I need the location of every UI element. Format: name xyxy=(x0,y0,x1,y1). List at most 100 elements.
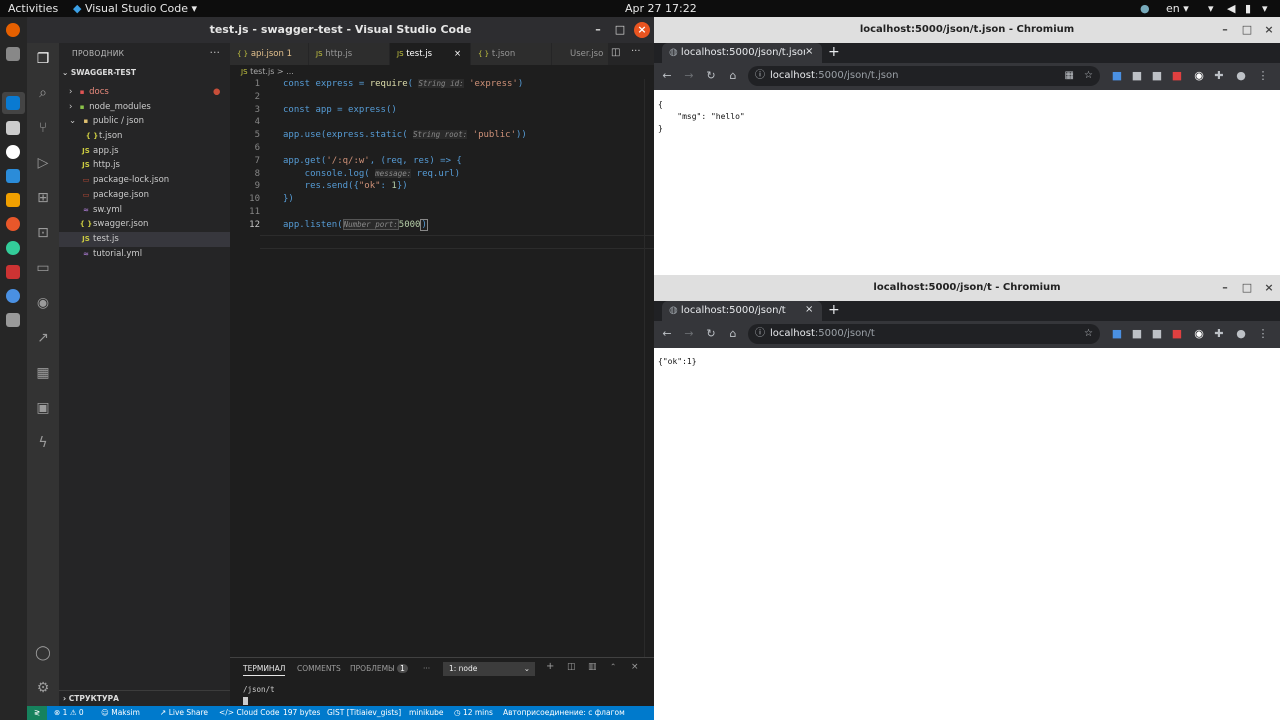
qr-code-icon[interactable]: ▦ xyxy=(1065,66,1074,86)
forward-icon[interactable]: → xyxy=(682,327,696,341)
maximize-icon[interactable]: □ xyxy=(612,22,628,38)
maximize-icon[interactable]: □ xyxy=(1239,22,1255,38)
minikube-status[interactable]: minikube xyxy=(409,706,443,720)
language-indicator[interactable]: en ▾ xyxy=(1166,2,1189,15)
chromium-icon[interactable] xyxy=(6,289,20,303)
back-icon[interactable]: ← xyxy=(660,69,674,83)
tree-item-app-js[interactable]: JS app.js xyxy=(59,144,230,159)
tab-user-json[interactable]: User.jso xyxy=(552,43,608,65)
tree-item-swagger-json[interactable]: { }swagger.json xyxy=(59,217,230,232)
profile-avatar-icon[interactable]: ● xyxy=(1234,69,1248,83)
live-share-icon[interactable]: ↗ xyxy=(33,328,53,348)
tree-item-docs[interactable]: › ▪ docs ● xyxy=(59,85,230,100)
github-icon[interactable]: ◉ xyxy=(33,293,53,313)
settings-gear-icon[interactable]: ⚙ xyxy=(33,678,53,698)
timer-status[interactable]: ◷ 12 mins xyxy=(454,706,493,720)
tab-close-icon[interactable]: × xyxy=(805,46,817,57)
telegram-icon[interactable] xyxy=(6,169,20,183)
tree-item-public-json[interactable]: ⌄ ▪ public / json xyxy=(59,114,230,129)
tab-close-icon[interactable]: × xyxy=(805,304,817,315)
source-control-icon[interactable]: ⑂ xyxy=(33,118,53,138)
tree-item-sw-yml[interactable]: ≈ sw.yml xyxy=(59,203,230,218)
editor-scrollbar[interactable] xyxy=(644,79,654,679)
home-icon[interactable]: ⌂ xyxy=(726,327,740,341)
profile-avatar-icon[interactable]: ● xyxy=(1234,327,1248,341)
docker-icon[interactable]: ▦ xyxy=(33,363,53,383)
extensions-icon[interactable]: ⊞ xyxy=(33,188,53,208)
firefox-icon[interactable] xyxy=(6,23,20,37)
account-icon[interactable]: ◯ xyxy=(33,643,53,663)
tree-item-package-json[interactable]: ▭ package.json xyxy=(59,188,230,203)
more-actions-icon[interactable]: ··· xyxy=(423,664,430,673)
problems-status[interactable]: ⊗ 1 ⚠ 0 xyxy=(54,706,84,720)
split-editor-icon[interactable]: ◫ xyxy=(611,47,620,58)
extension-icon[interactable]: ◉ xyxy=(1192,327,1206,341)
browser-tab[interactable]: ◍ localhost:5000/json/t xyxy=(662,301,822,321)
gist-status[interactable]: GIST [Titiaiev_gists] xyxy=(327,706,401,720)
breadcrumb-separator[interactable]: > ... xyxy=(277,67,294,76)
app-icon[interactable] xyxy=(6,313,20,327)
maximize-panel-icon[interactable]: ⌃ xyxy=(610,662,616,671)
back-icon[interactable]: ← xyxy=(660,327,674,341)
lightning-icon[interactable]: ϟ xyxy=(33,433,53,453)
app-icon[interactable] xyxy=(6,265,20,279)
app-icon[interactable] xyxy=(6,145,20,159)
more-actions-icon[interactable]: ··· xyxy=(631,46,641,57)
new-tab-icon[interactable]: + xyxy=(828,302,840,318)
tab-terminal[interactable]: ТЕРМИНАЛ xyxy=(243,664,286,676)
address-bar[interactable]: ⓘ localhost:5000/json/t ☆ xyxy=(748,324,1100,344)
split-terminal-icon[interactable]: ◫ xyxy=(567,662,576,672)
search-icon[interactable]: ⌕ xyxy=(33,83,53,103)
close-icon[interactable]: × xyxy=(1261,22,1277,38)
tab-api-json[interactable]: { } api.json 1 xyxy=(230,43,308,65)
maximize-icon[interactable]: □ xyxy=(1239,280,1255,296)
tree-item-http-js[interactable]: JS http.js xyxy=(59,158,230,173)
tab-problems[interactable]: ПРОБЛЕМЫ 1 xyxy=(350,664,408,673)
bookmark-star-icon[interactable]: ☆ xyxy=(1084,324,1093,344)
bookmark-star-icon[interactable]: ☆ xyxy=(1084,66,1093,86)
tree-item-tutorial-yml[interactable]: ≈ tutorial.yml xyxy=(59,247,230,262)
folder-icon[interactable]: ▭ xyxy=(33,258,53,278)
minimize-icon[interactable]: – xyxy=(1217,22,1233,38)
cloud-code-status[interactable]: </> Cloud Code xyxy=(219,706,280,720)
app-menu[interactable]: ◆ Visual Studio Code ▾ xyxy=(73,2,197,15)
reload-icon[interactable]: ↻ xyxy=(704,327,718,341)
browser-tab[interactable]: ◍ localhost:5000/json/t.json xyxy=(662,43,822,63)
chromium-icon[interactable] xyxy=(6,241,20,255)
battery-icon[interactable]: ▮ xyxy=(1245,2,1251,15)
app-icon[interactable] xyxy=(6,193,20,207)
system-menu-icon[interactable]: ▾ xyxy=(1262,2,1268,15)
minimize-icon[interactable]: – xyxy=(590,22,606,38)
extension-icon[interactable]: ■ xyxy=(1170,327,1184,341)
address-bar[interactable]: ⓘ localhost:5000/json/t.json ▦ ☆ xyxy=(748,66,1100,86)
tab-t-json[interactable]: { } t.json xyxy=(471,43,551,65)
extension-icon[interactable]: ■ xyxy=(1130,69,1144,83)
files-icon[interactable] xyxy=(6,47,20,61)
tab-comments[interactable]: COMMENTS xyxy=(297,664,341,673)
outline-section[interactable]: › СТРУКТУРА xyxy=(59,690,230,706)
kebab-menu-icon[interactable]: ⋮ xyxy=(1256,69,1270,83)
run-debug-icon[interactable]: ▷ xyxy=(33,153,53,173)
new-tab-icon[interactable]: + xyxy=(828,44,840,60)
volume-icon[interactable]: ◀ xyxy=(1227,2,1235,15)
terminal-output[interactable]: /json/t xyxy=(243,685,275,694)
puzzle-extensions-icon[interactable]: ✚ xyxy=(1212,69,1226,83)
extension-icon[interactable]: ■ xyxy=(1130,327,1144,341)
tree-item-test-js[interactable]: JS test.js xyxy=(59,231,230,247)
file-size-status[interactable]: 197 bytes xyxy=(283,706,320,720)
home-icon[interactable]: ⌂ xyxy=(726,69,740,83)
tree-item-node-modules[interactable]: › ▪ node_modules xyxy=(59,100,230,115)
app-icon[interactable] xyxy=(6,217,20,231)
terminal-select[interactable]: 1: node ⌄ xyxy=(443,662,535,676)
extension-icon[interactable]: ◉ xyxy=(1192,69,1206,83)
remote-explorer-icon[interactable]: ⊡ xyxy=(33,223,53,243)
workspace-root[interactable]: ⌄ SWAGGER-TEST xyxy=(62,68,136,77)
network-icon[interactable]: ▾ xyxy=(1208,2,1214,15)
vscode-dock-icon[interactable] xyxy=(6,96,20,110)
tab-http-js[interactable]: JS http.js xyxy=(309,43,389,65)
account-status[interactable]: ☺ Maksim xyxy=(101,706,140,720)
auto-attach-status[interactable]: Автоприсоединение: с флагом xyxy=(503,706,625,720)
close-icon[interactable]: × xyxy=(634,22,650,38)
minimize-icon[interactable]: – xyxy=(1217,280,1233,296)
extension-icon[interactable]: ■ xyxy=(1170,69,1184,83)
